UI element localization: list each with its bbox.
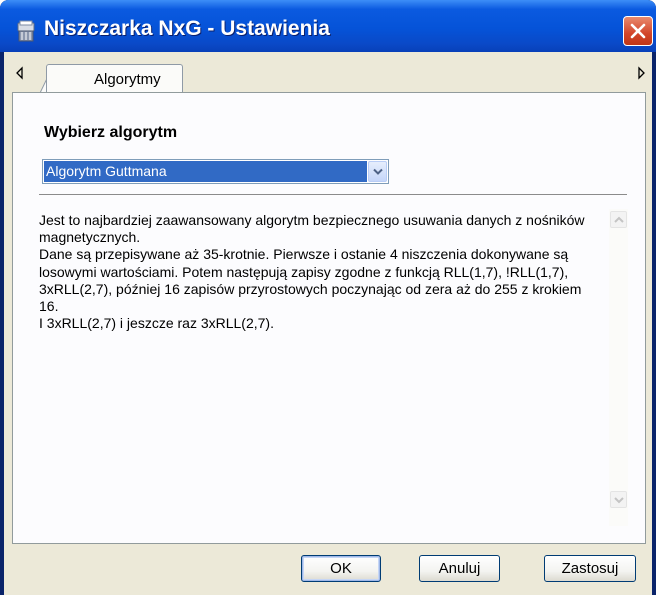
triangle-right-icon[interactable] [635, 66, 647, 80]
tab-label: Algorytmy [94, 71, 161, 88]
algorithm-description-text: Jest to najbardziej zaawansowany algoryt… [39, 212, 585, 332]
divider [39, 194, 627, 195]
scroll-down-button[interactable] [610, 491, 627, 508]
settings-window: Niszczarka NxG - Ustawienia Algorytmy Wy… [0, 0, 656, 595]
description-scrollbar[interactable] [609, 209, 628, 526]
close-button[interactable] [623, 16, 653, 46]
algorithms-tab-panel: Wybierz algorytm Algorytm Guttmana Jest … [12, 92, 646, 544]
scroll-down-icon [614, 497, 624, 504]
shredder-icon [17, 20, 35, 42]
algorithm-dropdown[interactable]: Algorytm Guttmana [42, 159, 389, 184]
scroll-up-button[interactable] [610, 211, 627, 228]
algorithm-description-box: Jest to najbardziej zaawansowany algoryt… [38, 209, 628, 526]
scroll-up-icon [614, 216, 624, 223]
chevron-down-icon [373, 168, 383, 175]
apply-button[interactable]: Zastosuj [544, 555, 636, 582]
dropdown-button[interactable] [368, 161, 387, 182]
ok-button[interactable]: OK [301, 555, 381, 582]
close-icon [630, 23, 646, 39]
select-algorithm-label: Wybierz algorytm [44, 124, 178, 141]
cancel-button[interactable]: Anuluj [419, 555, 500, 582]
dialog-client-area: Algorytmy Wybierz algorytm Algorytm Gutt… [4, 52, 652, 595]
triangle-left-icon[interactable] [14, 66, 26, 80]
tab-strip: Algorytmy [4, 52, 652, 93]
tab-algorithms[interactable]: Algorytmy [46, 64, 183, 93]
window-title: Niszczarka NxG - Ustawienia [44, 17, 330, 40]
title-bar[interactable]: Niszczarka NxG - Ustawienia [0, 0, 656, 52]
algorithm-selected-value: Algorytm Guttmana [44, 161, 367, 182]
